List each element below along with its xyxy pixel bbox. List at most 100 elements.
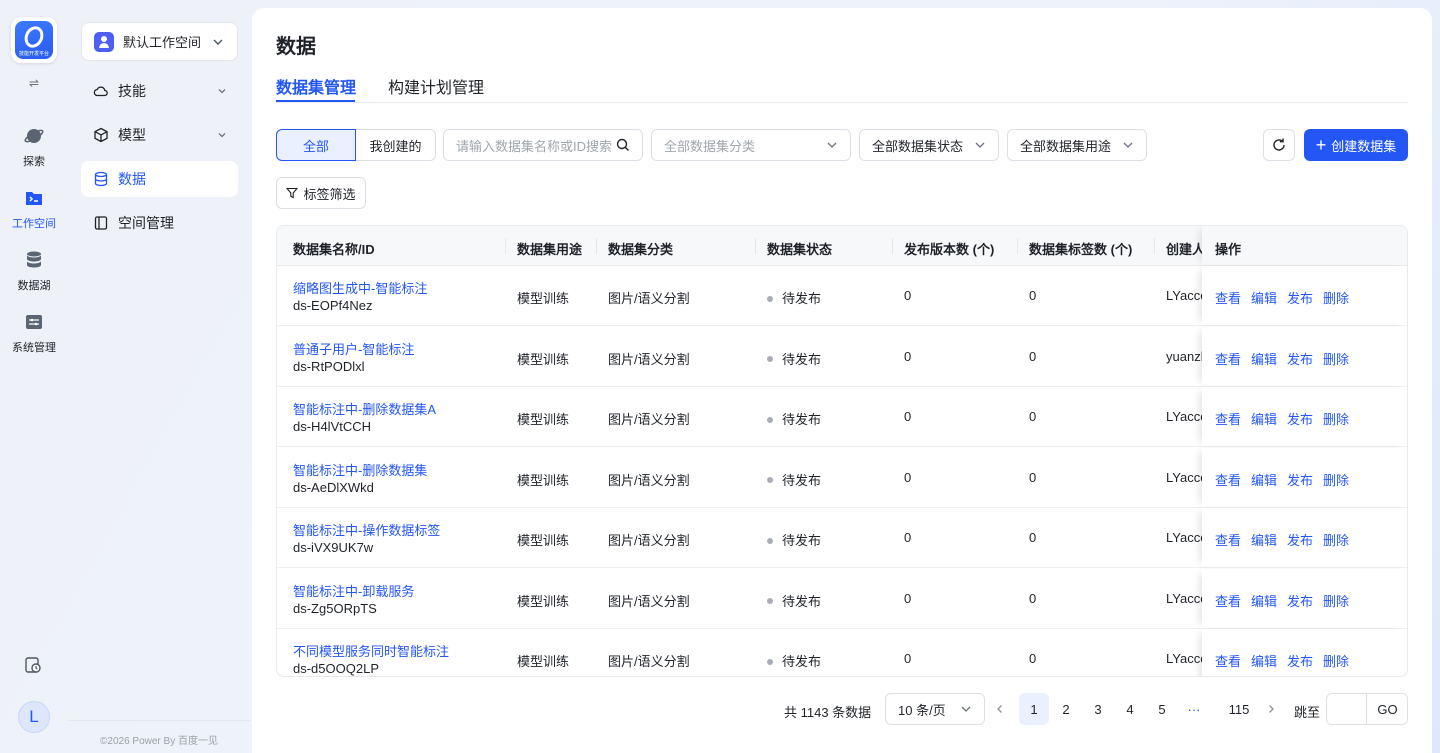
dataset-name-link[interactable]: 普通子用户-智能标注 (293, 339, 414, 358)
delete-action[interactable]: 删除 (1323, 470, 1349, 489)
next-page-button[interactable] (1256, 693, 1286, 725)
rail-label: 系统管理 (12, 342, 56, 354)
delete-action[interactable]: 删除 (1323, 591, 1349, 610)
status-text: 待发布 (782, 533, 822, 548)
status-text: 待发布 (782, 291, 822, 306)
edit-action[interactable]: 编辑 (1251, 409, 1277, 428)
status-select[interactable]: 全部数据集状态 (859, 129, 999, 161)
search-input[interactable]: 请输入数据集名称或ID搜索 (443, 129, 643, 161)
edit-action[interactable]: 编辑 (1251, 349, 1277, 368)
nav-item-skills[interactable]: 技能 (81, 73, 238, 109)
page-button[interactable]: 4 (1115, 693, 1145, 725)
publish-action[interactable]: 发布 (1287, 288, 1313, 307)
dataset-name-link[interactable]: 智能标注中-删除数据集 (293, 460, 427, 479)
edit-action[interactable]: 编辑 (1251, 530, 1277, 549)
dataset-table: 数据集名称/ID 数据集用途 数据集分类 数据集状态 发布版本数 (个) 数据集… (276, 225, 1408, 677)
tab-active-indicator (276, 100, 355, 102)
dataset-name-link[interactable]: 智能标注中-卸载服务 (293, 581, 414, 600)
table-row: 智能标注中-删除数据集 ds-AeDlXWkd 模型训练 图片/语义分割 待发布 0 0 LY… (277, 447, 1407, 508)
rail-item-explore[interactable]: 探索 (0, 126, 68, 169)
seg-all-button[interactable]: 全部 (276, 129, 356, 161)
history-doc-icon[interactable] (24, 656, 42, 674)
tab-dataset-management[interactable]: 数据集管理 (276, 74, 356, 98)
nav-item-models[interactable]: 模型 (81, 117, 238, 153)
refresh-icon (1273, 138, 1285, 151)
view-action[interactable]: 查看 (1215, 530, 1241, 549)
view-action[interactable]: 查看 (1215, 651, 1241, 670)
rail-item-datalake[interactable]: 数据湖 (0, 250, 68, 293)
dataset-category: 图片/语义分割 (608, 351, 690, 367)
go-button[interactable]: GO (1367, 693, 1408, 725)
dataset-category: 图片/语义分割 (608, 533, 690, 548)
page-button[interactable]: 115 (1221, 693, 1257, 725)
edit-action[interactable]: 编辑 (1251, 288, 1277, 307)
rail-item-workspace[interactable]: 工作空间 (0, 188, 68, 231)
table-row: 智能标注中-删除数据集A ds-H4lVtCCH 模型训练 图片/语义分割 待发布 0 0 L… (277, 387, 1407, 447)
delete-action[interactable]: 删除 (1323, 288, 1349, 307)
edit-action[interactable]: 编辑 (1251, 651, 1277, 670)
dataset-name-link[interactable]: 不同模型服务同时智能标注 (293, 641, 449, 660)
view-action[interactable]: 查看 (1215, 349, 1241, 368)
user-avatar[interactable]: L (18, 701, 50, 733)
view-action[interactable]: 查看 (1215, 470, 1241, 489)
workspace-label: 默认工作空间 (123, 35, 202, 50)
publish-action[interactable]: 发布 (1287, 470, 1313, 489)
publish-action[interactable]: 发布 (1287, 349, 1313, 368)
tab-build-plan-management[interactable]: 构建计划管理 (388, 74, 484, 98)
usage-select[interactable]: 全部数据集用途 (1007, 129, 1147, 161)
ownership-segmented: 全部 我创建的 (276, 129, 436, 161)
page-ellipsis[interactable]: ··· (1179, 693, 1209, 725)
dataset-creator: LYaccount (1166, 469, 1204, 485)
edit-action[interactable]: 编辑 (1251, 470, 1277, 489)
delete-action[interactable]: 删除 (1323, 409, 1349, 428)
page-button[interactable]: 2 (1051, 693, 1081, 725)
header-divider (755, 238, 756, 254)
row-actions: 查看 编辑 发布 删除 (1202, 568, 1407, 628)
delete-action[interactable]: 删除 (1323, 349, 1349, 368)
swap-icon[interactable]: ⇌ (27, 76, 41, 90)
page-button[interactable]: 1 (1019, 693, 1049, 725)
chevron-down-icon (975, 142, 985, 148)
category-select[interactable]: 全部数据集分类 (651, 129, 851, 161)
seg-mine-button[interactable]: 我创建的 (356, 129, 436, 161)
database-icon (94, 171, 108, 187)
tag-filter-button[interactable]: 标签筛选 (276, 177, 366, 209)
refresh-button[interactable] (1263, 129, 1295, 161)
view-action[interactable]: 查看 (1215, 409, 1241, 428)
workspace-selector[interactable]: 默认工作空间 (81, 22, 238, 61)
publish-action[interactable]: 发布 (1287, 651, 1313, 670)
chevron-down-icon (827, 142, 837, 148)
nav-item-space-management[interactable]: 空间管理 (81, 205, 238, 241)
dataset-name-link[interactable]: 智能标注中-删除数据集A (293, 399, 436, 418)
publish-action[interactable]: 发布 (1287, 591, 1313, 610)
settings-panel-icon (26, 315, 42, 329)
rail-item-system[interactable]: 系统管理 (0, 312, 68, 355)
delete-action[interactable]: 删除 (1323, 530, 1349, 549)
create-dataset-button[interactable]: + 创建数据集 (1304, 129, 1408, 161)
page-size-value: 10 条/页 (898, 702, 946, 718)
delete-action[interactable]: 删除 (1323, 651, 1349, 670)
table-row: 普通子用户-智能标注 ds-RtPODlxl 模型训练 图片/语义分割 待发布 0 0 yua… (277, 326, 1407, 387)
publish-action[interactable]: 发布 (1287, 530, 1313, 549)
chevron-left-icon (997, 705, 1002, 713)
dataset-usage: 模型训练 (517, 351, 570, 367)
plus-icon: + (1315, 135, 1327, 155)
chevron-down-icon (218, 133, 226, 138)
page-size-select[interactable]: 10 条/页 (885, 693, 985, 725)
header-versions: 发布版本数 (个) (904, 242, 995, 257)
edit-action[interactable]: 编辑 (1251, 591, 1277, 610)
dataset-id: ds-Zg5ORpTS (293, 600, 377, 616)
app-logo[interactable]: 技能开发平台 (11, 17, 57, 63)
nav-item-data[interactable]: 数据 (81, 161, 238, 197)
view-action[interactable]: 查看 (1215, 591, 1241, 610)
page-button[interactable]: 5 (1147, 693, 1177, 725)
dataset-name-link[interactable]: 智能标注中-操作数据标签 (293, 520, 440, 539)
search-placeholder: 请输入数据集名称或ID搜索 (456, 138, 613, 154)
dataset-category: 图片/语义分割 (608, 291, 690, 306)
page-button[interactable]: 3 (1083, 693, 1113, 725)
view-action[interactable]: 查看 (1215, 288, 1241, 307)
prev-page-button[interactable] (985, 693, 1015, 725)
publish-action[interactable]: 发布 (1287, 409, 1313, 428)
chevron-down-icon (213, 39, 223, 45)
dataset-name-link[interactable]: 缩略图生成中-智能标注 (293, 278, 427, 297)
